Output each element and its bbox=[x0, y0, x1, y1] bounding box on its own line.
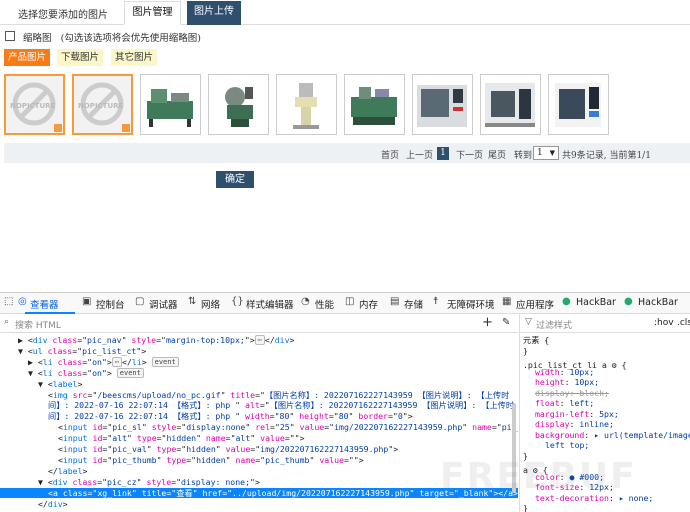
html-node-line[interactable]: ▶ <div class="pic_nav" style="margin-top… bbox=[0, 335, 518, 346]
rule-declaration[interactable]: display: block; bbox=[523, 388, 609, 399]
html-node-line[interactable]: ▼ <ul class="pic_list_ct"> bbox=[0, 346, 518, 357]
rule-declaration[interactable]: margin-left: 5px; bbox=[523, 409, 619, 420]
page-select[interactable]: 1 ▼ bbox=[533, 146, 559, 160]
rule-declaration[interactable]: display: inline; bbox=[523, 419, 614, 430]
thumbnail-checkbox[interactable] bbox=[5, 31, 15, 41]
pager-goto-label: 转到 bbox=[514, 151, 533, 161]
image-thumbnail[interactable]: NOPICTURE bbox=[4, 74, 65, 135]
tab-performance[interactable]: 性能 bbox=[315, 297, 334, 311]
tab-accessibility[interactable]: 无障碍环境 bbox=[447, 297, 495, 311]
category-other-images[interactable]: 其它图片 bbox=[111, 49, 157, 66]
watermark: FREEBUF bbox=[440, 456, 637, 497]
memory-icon: ◫ bbox=[345, 296, 355, 307]
tab-network[interactable]: 网络 bbox=[201, 297, 220, 311]
html-node-line[interactable]: ▶ <li class="on"> ⋯ </li> event bbox=[0, 356, 518, 368]
html-node-line[interactable]: <img src="/beescms/upload/no_pc.gif" tit… bbox=[0, 390, 518, 401]
rule-declaration[interactable]: background: ▸ url(template/images/c… bbox=[523, 430, 690, 441]
machine-image bbox=[481, 75, 540, 134]
inspector-icon: ◎ bbox=[18, 296, 27, 307]
machine-photo-thumbnail[interactable] bbox=[344, 74, 405, 135]
tab-memory[interactable]: 内存 bbox=[359, 297, 378, 311]
filter-styles-input[interactable]: 过滤样式 bbox=[536, 318, 572, 331]
tab-application[interactable]: 应用程序 bbox=[516, 297, 554, 311]
tab-style-editor[interactable]: 样式编辑器 bbox=[246, 297, 294, 311]
image-thumbnail[interactable]: NOPICTURE bbox=[72, 74, 133, 135]
machine-photo-thumbnail[interactable] bbox=[140, 74, 201, 135]
pager-last[interactable]: 尾页 bbox=[488, 148, 506, 161]
tab-console[interactable]: 控制台 bbox=[96, 297, 125, 311]
machine-photo-thumbnail[interactable] bbox=[480, 74, 541, 135]
storage-icon: ▤ bbox=[390, 296, 400, 307]
tab-image-manage[interactable]: 图片管理 bbox=[124, 1, 181, 25]
hackbar-icon: ● bbox=[624, 296, 633, 307]
tab-debugger[interactable]: 调试器 bbox=[149, 297, 178, 311]
rule-brace: 元素 { bbox=[523, 335, 555, 345]
rules-filter-bar: ▽ 过滤样式 :hov .cls bbox=[519, 314, 690, 333]
console-icon: ▣ bbox=[82, 296, 92, 307]
machine-photo-thumbnail[interactable] bbox=[276, 74, 337, 135]
machine-image bbox=[209, 75, 268, 134]
rule-brace: } bbox=[523, 345, 528, 356]
application-icon: ▦ bbox=[502, 296, 512, 307]
search-icon: ⌕ bbox=[4, 317, 10, 327]
machine-image bbox=[413, 75, 472, 134]
thumbnail-label: 缩略图 (勾选该选项将会优先使用缩略图) bbox=[23, 33, 201, 44]
rule-declaration[interactable]: height: 10px; bbox=[523, 377, 599, 388]
add-node-icon[interactable]: + bbox=[482, 315, 493, 330]
machine-image bbox=[277, 75, 336, 134]
tab-image-upload[interactable]: 图片上传 bbox=[187, 1, 241, 25]
performance-icon: ◔ bbox=[301, 296, 310, 307]
no-picture-icon: NOPICTURE bbox=[6, 76, 63, 133]
svg-text:NOPICTURE: NOPICTURE bbox=[78, 102, 124, 110]
machine-photo-thumbnail[interactable] bbox=[548, 74, 609, 135]
filter-icon: ▽ bbox=[525, 317, 532, 327]
svg-text:NOPICTURE: NOPICTURE bbox=[10, 102, 56, 110]
html-node-line[interactable]: 间】: 2022-07-16 22:07:14 【格式】: php " widt… bbox=[0, 411, 518, 422]
machine-photo-thumbnail[interactable] bbox=[412, 74, 473, 135]
thumbnail-hint: (勾选该选项将会优先使用缩略图) bbox=[60, 33, 201, 44]
debugger-icon: ▢ bbox=[135, 296, 145, 307]
html-node-line[interactable]: <input id="pic_sl" style="display:none" … bbox=[0, 422, 518, 433]
rule-declaration[interactable]: width: 10px; bbox=[523, 367, 594, 378]
html-node-line[interactable]: <input id="alt" type="hidden" name="alt"… bbox=[0, 433, 518, 444]
machine-photo-thumbnail[interactable] bbox=[208, 74, 269, 135]
hov-toggle[interactable]: :hov bbox=[654, 318, 674, 328]
no-picture-icon: NOPICTURE bbox=[74, 76, 131, 133]
category-download-images[interactable]: 下载图片 bbox=[57, 49, 103, 66]
html-node-line[interactable]: </div> bbox=[0, 499, 518, 510]
pager-next[interactable]: 下一页 bbox=[456, 148, 483, 161]
hackbar-icon: ● bbox=[562, 296, 571, 307]
chevron-down-icon: ▼ bbox=[549, 149, 555, 157]
pager-first[interactable]: 首页 bbox=[381, 148, 399, 161]
tab-hackbar-2[interactable]: HackBar bbox=[638, 297, 678, 308]
element-picker-icon[interactable]: ⬚ bbox=[4, 296, 13, 307]
html-node-line[interactable]: ▼ <li class="on"> event bbox=[0, 367, 518, 379]
html-node-line[interactable]: <input id="pic_val" type="hidden" value=… bbox=[0, 444, 518, 455]
html-search-bar: ⌕ 搜索 HTML + ✎ bbox=[0, 314, 518, 333]
rule-declaration[interactable]: float: left; bbox=[523, 398, 594, 409]
rule-value-continuation: left top; bbox=[545, 440, 590, 450]
tab-storage[interactable]: 存储 bbox=[404, 297, 423, 311]
machine-image bbox=[345, 75, 404, 134]
confirm-button[interactable]: 确定 bbox=[216, 171, 254, 188]
rule-brace: } bbox=[523, 503, 528, 512]
pager-prev[interactable]: 上一页 bbox=[406, 148, 433, 161]
dialog-title: 选择您要添加的图片 bbox=[18, 10, 108, 21]
network-icon: ⇅ bbox=[188, 296, 197, 307]
accessibility-icon: ☨ bbox=[433, 296, 439, 307]
html-node-line[interactable]: ▼ <label> bbox=[0, 379, 518, 390]
eyedropper-icon[interactable]: ✎ bbox=[502, 317, 510, 328]
style-editor-icon: {} bbox=[231, 296, 244, 307]
pager-current-page[interactable]: 1 bbox=[437, 147, 449, 160]
html-node-line[interactable]: 间】: 2022-07-16 22:07:14 【格式】: php " alt=… bbox=[0, 400, 518, 411]
tab-hackbar[interactable]: HackBar bbox=[576, 297, 616, 308]
tab-inspector[interactable]: 查看器 bbox=[30, 297, 59, 311]
html-search-input[interactable]: 搜索 HTML bbox=[15, 318, 61, 331]
machine-image bbox=[141, 75, 200, 134]
category-product-images[interactable]: 产品图片 bbox=[4, 49, 50, 66]
machine-image bbox=[549, 75, 608, 134]
cls-toggle[interactable]: .cls bbox=[677, 318, 690, 328]
pager-summary: 共9条记录, 当前第1/1 bbox=[562, 151, 651, 161]
